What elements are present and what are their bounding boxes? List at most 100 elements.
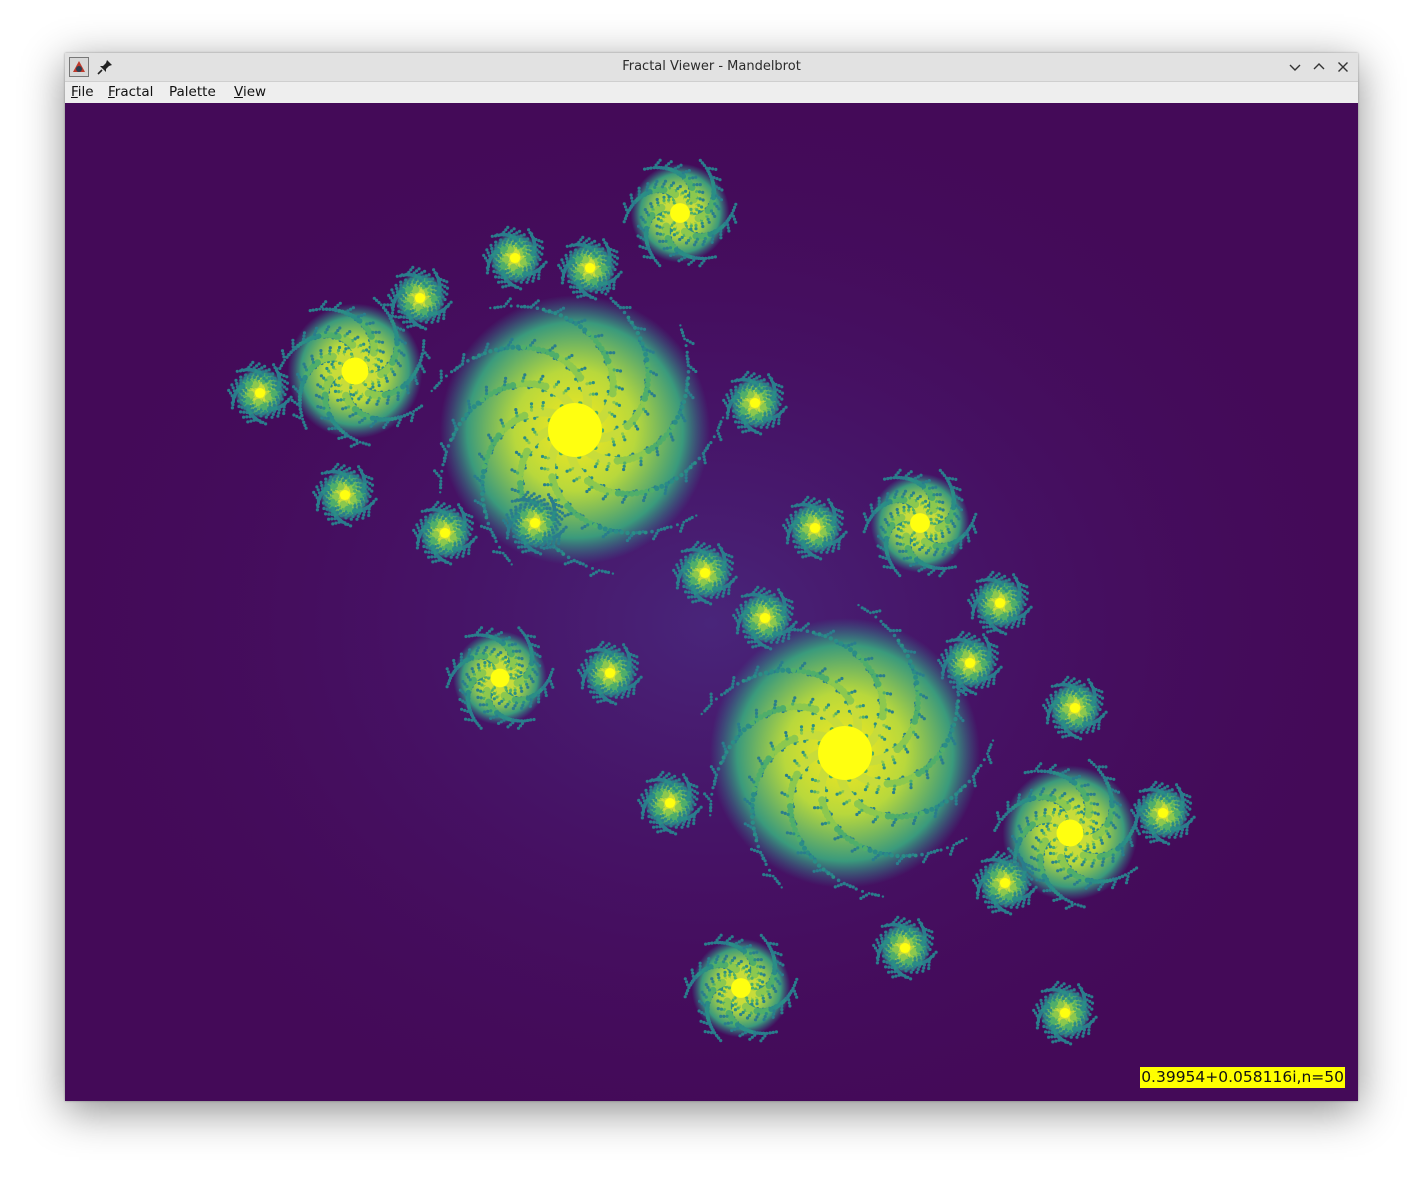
fractal-dot [490, 439, 494, 443]
fractal-dot [817, 632, 822, 637]
fractal-dot [895, 628, 899, 633]
menu-view[interactable]: View [232, 83, 268, 102]
fractal-dot [1028, 794, 1032, 799]
fractal-dot [705, 707, 708, 710]
fractal-dot [1054, 860, 1058, 864]
fractal-dot [672, 252, 676, 256]
fractal-dot [845, 883, 849, 887]
fractal-dot [594, 570, 599, 574]
title-bar[interactable]: Fractal Viewer - Mandelbrot [65, 53, 1358, 82]
fractal-dot [644, 357, 650, 363]
fractal-dot [793, 759, 797, 763]
fractal-dot [649, 487, 655, 493]
fractal-dot [563, 562, 567, 566]
menu-palette[interactable]: Palette [167, 83, 218, 102]
fractal-dot [686, 376, 691, 380]
fractal-dot [563, 315, 569, 321]
fractal-dot [684, 241, 689, 245]
fractal-dot [909, 470, 913, 474]
fractal-dot [1034, 867, 1038, 872]
fractal-canvas[interactable]: 0.39954+0.058116i,n=50 [65, 103, 1358, 1101]
fractal-dot [291, 345, 295, 349]
fractal-dot [367, 398, 371, 402]
fractal-dot [585, 489, 589, 494]
fractal-dot [933, 814, 937, 819]
fractal-dot [534, 301, 538, 305]
fractal-dot [942, 742, 948, 748]
fractal-dot [575, 560, 579, 564]
fractal-dot [1033, 847, 1037, 851]
fractal-dot [580, 319, 584, 323]
fractal-dot [760, 762, 764, 766]
maximize-button[interactable] [1310, 58, 1328, 76]
fractal-dot [514, 411, 518, 415]
fractal-dot [938, 507, 942, 511]
fractal-dot [892, 790, 896, 795]
fractal-dot [622, 497, 626, 501]
fractal-dot [655, 446, 659, 450]
fractal-dot [949, 519, 954, 523]
menu-file[interactable]: File [69, 83, 96, 102]
fractal-dot [1071, 797, 1075, 801]
fractal-dot [501, 424, 505, 428]
fractal-dot [816, 863, 822, 868]
fractal-dot [1029, 791, 1033, 795]
fractal-dot [942, 472, 945, 475]
fractal-dot [703, 237, 707, 241]
fractal-dot [394, 315, 398, 319]
fractal-dot [320, 305, 324, 309]
fractal-dot [380, 340, 385, 344]
fractal-dot [535, 306, 540, 310]
fractal-dot [415, 381, 419, 386]
fractal-dot [464, 412, 469, 418]
fractal-dot [951, 722, 957, 727]
minimize-button[interactable] [1286, 58, 1304, 76]
fractal-dot [346, 309, 350, 313]
fractal-dot [654, 182, 658, 186]
fractal-dot [338, 361, 342, 365]
fractal-dot [324, 300, 328, 304]
fractal-dot [473, 499, 477, 503]
fractal-dot [942, 550, 946, 554]
fractal-dot [435, 471, 439, 475]
fractal-dot [929, 534, 933, 538]
fractal-dot [377, 340, 381, 344]
fractal-dot [478, 478, 482, 482]
fractal-dot [301, 417, 304, 421]
fractal-dot [342, 350, 347, 354]
fractal-dot [643, 167, 647, 171]
fractal-dot [439, 483, 442, 487]
fractal-dot [1063, 792, 1067, 796]
fractal-dot [799, 666, 803, 670]
fractal-dot [973, 781, 977, 785]
fractal-dot [310, 354, 314, 358]
fractal-dot [909, 779, 913, 783]
fractal-dot [513, 488, 517, 492]
fractal-dot [316, 405, 320, 409]
fractal-dot [679, 472, 684, 478]
fractal-dot [730, 740, 736, 745]
fractal-dot [702, 240, 706, 244]
fractal-dot [692, 183, 696, 187]
fractal-dot [406, 412, 410, 417]
fractal-dot [925, 773, 929, 777]
fractal-dot [850, 849, 854, 853]
fractal-dot [806, 622, 810, 626]
fractal-dot [897, 859, 902, 863]
fractal-dot [694, 227, 698, 231]
fractal-dot [855, 812, 859, 817]
close-button[interactable] [1334, 58, 1352, 76]
fractal-dot [989, 745, 992, 749]
fractal-dot [1067, 855, 1071, 859]
fractal-dot [909, 650, 913, 654]
fractal-dot [529, 343, 533, 347]
fractal-dot [1090, 864, 1094, 868]
fractal-dot [934, 811, 938, 816]
fractal-dot [946, 527, 950, 531]
fractal-dot [883, 852, 889, 857]
fractal-dot [791, 702, 795, 706]
fractal-dot [809, 700, 813, 704]
fractal-dot [719, 422, 722, 426]
fractal-dot [1100, 773, 1105, 777]
menu-fractal[interactable]: Fractal [106, 83, 155, 102]
